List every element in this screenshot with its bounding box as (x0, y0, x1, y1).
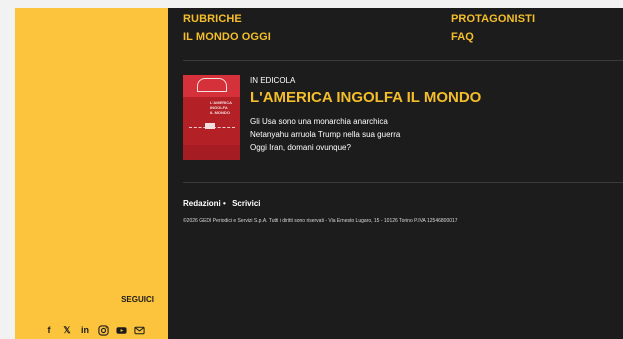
cover-title: L'AMERICA INGOLFA IL MONDO (210, 100, 233, 115)
copyright-text: ©2026 GEDI Periodici e Servizi S.p.A. Tu… (183, 218, 458, 224)
issue-teaser: Netanyahu arruola Trump nella sua guerra (250, 130, 401, 139)
footer-main: RUBRICHE IL MONDO OGGI PROTAGONISTI FAQ … (168, 8, 623, 339)
sidebar: SEGUICI f 𝕏 in (15, 8, 168, 339)
divider (183, 60, 623, 61)
divider (183, 182, 623, 183)
issue-kicker: IN EDICOLA (250, 76, 296, 85)
nav-link-il-mondo-oggi[interactable]: IL MONDO OGGI (183, 31, 271, 43)
facebook-icon[interactable]: f (43, 324, 55, 336)
nav-link-protagonisti[interactable]: PROTAGONISTI (451, 13, 535, 25)
nav-link-rubriche[interactable]: RUBRICHE (183, 13, 242, 25)
issue-teaser: Gli Usa sono una monarchia anarchica (250, 117, 388, 126)
limes-logo-icon (197, 78, 227, 92)
x-icon[interactable]: 𝕏 (61, 324, 73, 336)
footer-links: Redazioni • Scrivici (183, 199, 261, 208)
separator: • (223, 199, 226, 208)
scrivici-link[interactable]: Scrivici (232, 199, 260, 208)
instagram-icon[interactable] (97, 324, 109, 336)
seguici-label: SEGUICI (121, 295, 154, 304)
linkedin-icon[interactable]: in (79, 324, 91, 336)
social-links: f 𝕏 in (43, 324, 145, 336)
youtube-icon[interactable] (115, 324, 127, 336)
issue-teaser: Oggi Iran, domani ovunque? (250, 143, 351, 152)
nav-link-faq[interactable]: FAQ (451, 31, 474, 43)
top-margin (0, 0, 623, 8)
email-icon[interactable] (133, 324, 145, 336)
redazioni-link[interactable]: Redazioni (183, 199, 221, 208)
issue-headline[interactable]: L'AMERICA INGOLFA IL MONDO (250, 89, 481, 106)
magazine-cover[interactable]: L'AMERICA INGOLFA IL MONDO (183, 75, 240, 160)
aircraft-carrier-icon (205, 123, 215, 129)
